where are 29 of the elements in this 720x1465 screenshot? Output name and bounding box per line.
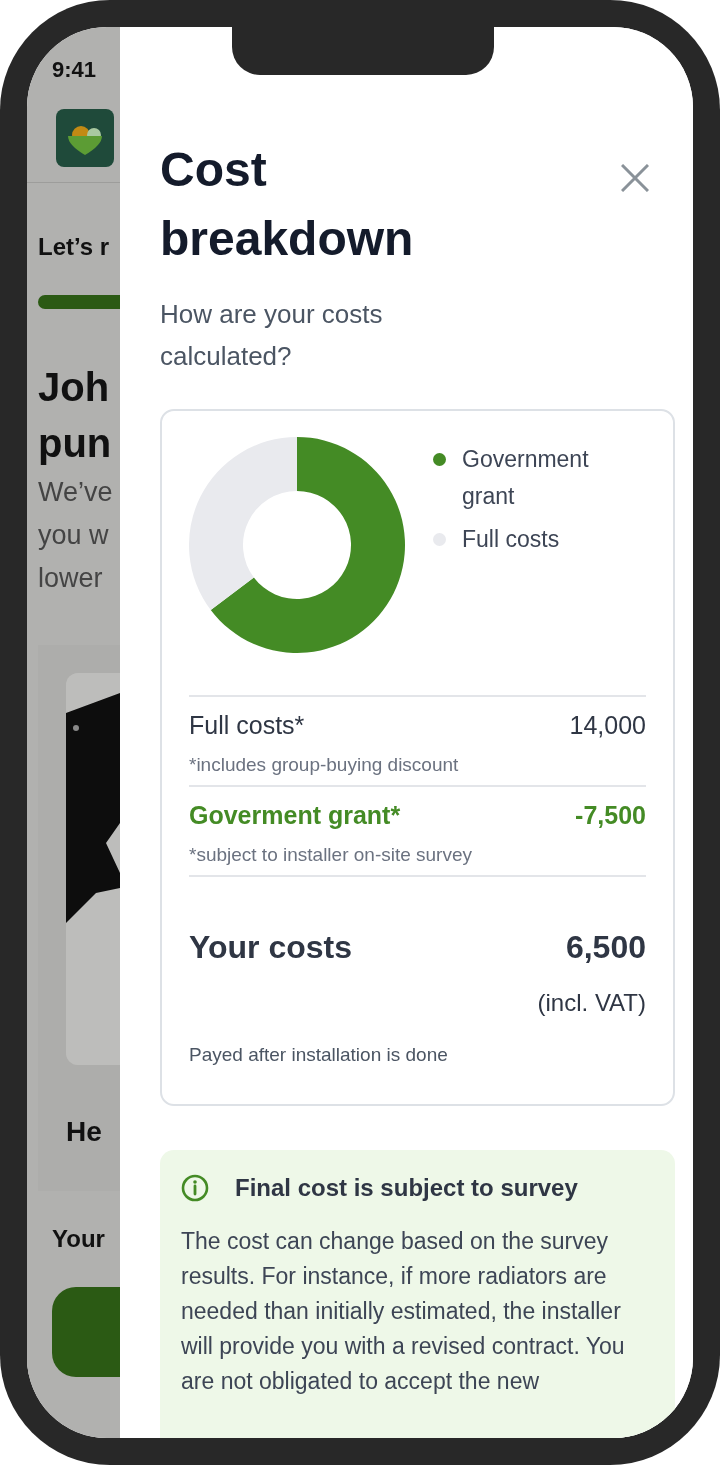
cost-note: *subject to installer on-site survey <box>189 843 473 867</box>
cost-value: 14,000 <box>569 710 646 741</box>
notice-title: Final cost is subject to survey <box>235 1172 578 1203</box>
page-heading: pun <box>38 420 113 467</box>
primary-button[interactable] <box>52 1287 120 1377</box>
page-text: lower <box>38 562 104 595</box>
page-text: We’ve <box>38 476 114 509</box>
dialog-title: Cost breakdown <box>160 142 415 267</box>
vat-note: (incl. VAT) <box>537 988 646 1018</box>
cost-label: Full costs* <box>189 710 305 741</box>
total-label: Your costs <box>189 928 352 967</box>
legend-label: Full costs <box>462 525 561 554</box>
payment-note: Payed after installation is done <box>189 1043 449 1067</box>
dialog-subtitle: How are your costs calculated? <box>160 298 384 373</box>
cost-value: -7,500 <box>575 800 646 831</box>
footer-label: Your <box>52 1224 106 1254</box>
logo-icon <box>56 109 114 167</box>
total-value: 6,500 <box>565 928 646 967</box>
notice-text: The cost can change based on the survey results. For instance, if more radiators are needed than initially estimated, the installer will provide you with a revised contract. You are not obligated to accept the new <box>181 1226 626 1396</box>
cost-note: *includes group-buying discount <box>189 753 460 777</box>
close-icon <box>621 164 649 192</box>
product-title: He <box>66 1115 103 1149</box>
cost-label: Goverment grant* <box>189 800 401 831</box>
legend-label: Government grant <box>462 445 590 511</box>
page-text: you w <box>38 519 110 552</box>
step-title: Let’s r <box>38 233 110 260</box>
status-time: 9:41 <box>52 57 97 82</box>
page-heading: Joh <box>38 364 111 411</box>
info-icon <box>181 1173 209 1202</box>
